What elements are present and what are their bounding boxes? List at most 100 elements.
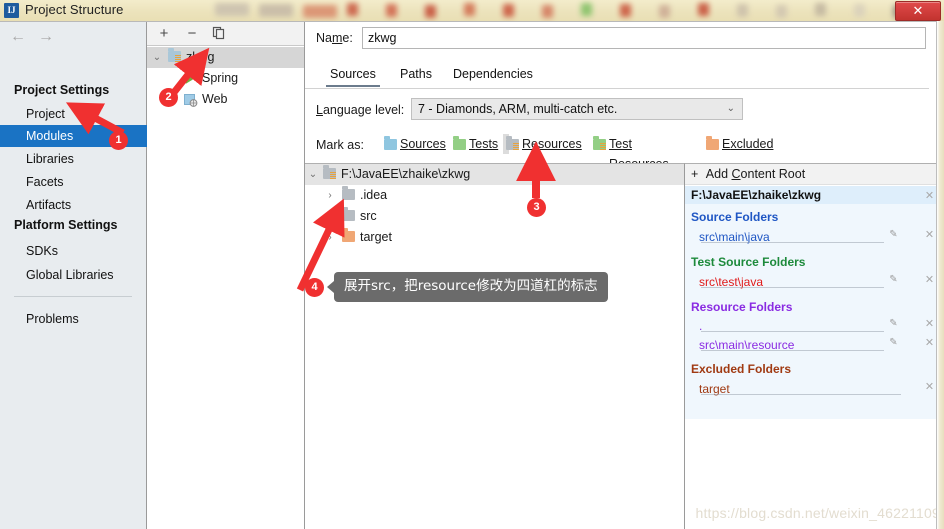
- tab-dependencies[interactable]: Dependencies: [449, 62, 537, 87]
- remove-content-root-icon[interactable]: ✕: [924, 190, 935, 201]
- chevron-right-icon[interactable]: ›: [324, 206, 336, 227]
- edit-pencil-icon[interactable]: ✎: [888, 229, 899, 240]
- language-level-select[interactable]: 7 - Diamonds, ARM, multi-catch etc. ⌄: [411, 98, 743, 120]
- mark-label-rest: ources: [408, 137, 446, 151]
- mark-as-tests-label: Tests: [469, 137, 499, 151]
- remove-folder-icon[interactable]: ✕: [924, 318, 935, 329]
- title-bar-blurred-background: [0, 0, 944, 21]
- module-folder-icon: [168, 48, 181, 62]
- file-tree-row-src[interactable]: › src: [305, 206, 684, 227]
- orange-folder-icon: [342, 228, 355, 242]
- intellij-app-icon: IJ: [4, 3, 19, 18]
- window-right-edge: [936, 21, 944, 529]
- chevron-down-icon[interactable]: ⌄: [151, 47, 163, 68]
- add-content-root-button[interactable]: + Add Content Root: [685, 164, 943, 185]
- sidebar-item-facets[interactable]: Facets: [0, 171, 147, 193]
- annotation-badge-1: 1: [109, 131, 128, 150]
- sidebar-item-sdks[interactable]: SDKs: [0, 240, 147, 262]
- module-label: zkwg: [186, 50, 215, 64]
- content-root-entries: F:\JavaEE\zhaike\zkwg ✕ Source Folders s…: [685, 186, 943, 419]
- sidebar-item-label: Problems: [26, 312, 79, 326]
- mark-as-excluded-label: Excluded: [722, 137, 774, 151]
- tests-folder-icon: [453, 136, 466, 150]
- mark-as-sources-button[interactable]: Sources: [381, 134, 446, 154]
- sidebar-item-project[interactable]: Project: [0, 103, 147, 125]
- language-level-mnemonic: L: [316, 103, 323, 117]
- sidebar-divider: [14, 296, 132, 297]
- mark-as-tests-button[interactable]: Tests: [450, 134, 498, 154]
- edit-pencil-icon[interactable]: ✎: [888, 337, 899, 348]
- tab-paths[interactable]: Paths: [396, 62, 436, 87]
- remove-folder-icon[interactable]: ✕: [924, 229, 935, 240]
- title-bar: IJ Project Structure ✕: [0, 0, 944, 21]
- module-tree-row-zkwg[interactable]: ⌄ zkwg: [147, 47, 304, 68]
- remove-folder-icon[interactable]: ✕: [924, 337, 935, 348]
- mark-label-rest: esources: [531, 137, 582, 151]
- file-tree-row-idea[interactable]: › .idea: [305, 185, 684, 206]
- annotation-badge-2: 2: [159, 88, 178, 107]
- resources-folder-icon: [506, 136, 519, 150]
- chevron-right-icon[interactable]: ›: [324, 227, 336, 248]
- mark-as-resources-button[interactable]: Resources: [503, 134, 582, 154]
- name-label: Name:: [316, 31, 353, 45]
- tab-sources[interactable]: Sources: [326, 62, 380, 87]
- annotation-badge-4: 4: [305, 278, 324, 297]
- chevron-right-icon[interactable]: ›: [324, 185, 336, 206]
- forward-arrow-icon[interactable]: →: [36, 28, 56, 46]
- mark-as-sources-label: Sources: [400, 137, 446, 151]
- gray-folder-icon: [342, 186, 355, 200]
- content-roots-pane: + Add Content Root F:\JavaEE\zhaike\zkwg…: [685, 163, 944, 529]
- sidebar-item-global-libraries[interactable]: Global Libraries: [0, 264, 147, 286]
- plus-icon: +: [691, 167, 699, 181]
- add-content-root-label: Add: [705, 167, 732, 181]
- file-tree-row-content-root[interactable]: ⌄ F:\JavaEE\zhaike\zkwg: [305, 164, 684, 185]
- back-arrow-icon[interactable]: ←: [8, 28, 28, 46]
- edit-pencil-icon[interactable]: ✎: [888, 274, 899, 285]
- sidebar-item-label: Modules: [26, 129, 74, 143]
- content-root-path-label: F:\JavaEE\zhaike\zkwg: [691, 188, 822, 202]
- group-title-excluded-folders: Excluded Folders: [691, 362, 792, 376]
- chevron-down-icon[interactable]: ⌄: [307, 164, 319, 185]
- language-level-label: Language level:: [316, 103, 404, 117]
- file-tree-row-target[interactable]: › target: [305, 227, 684, 248]
- edit-pencil-icon[interactable]: ✎: [888, 318, 899, 329]
- remove-module-button[interactable]: −: [183, 25, 201, 43]
- sidebar-nav-buttons: ← →: [0, 22, 146, 52]
- facet-label: Spring: [202, 71, 239, 85]
- entry-underline: [701, 350, 884, 351]
- sidebar-item-artifacts[interactable]: Artifacts: [0, 194, 147, 216]
- copy-module-icon[interactable]: [210, 25, 228, 43]
- mark-as-test-resources-button[interactable]: Test Resources: [590, 134, 669, 171]
- sidebar-item-libraries[interactable]: Libraries: [0, 148, 147, 170]
- mark-as-excluded-button[interactable]: Excluded: [703, 134, 773, 154]
- remove-folder-icon[interactable]: ✕: [924, 274, 935, 285]
- mark-label-rest: ests: [475, 137, 499, 151]
- remove-folder-icon[interactable]: ✕: [924, 381, 935, 392]
- mark-as-label: Mark as:: [316, 138, 364, 152]
- module-name-input[interactable]: [362, 27, 926, 49]
- group-title-source-folders: Source Folders: [691, 210, 779, 224]
- watermark: https://blog.csdn.net/weixin_46221109: [695, 505, 940, 521]
- chevron-down-icon[interactable]: ⌄: [727, 99, 735, 119]
- sidebar-item-problems[interactable]: Problems: [0, 308, 147, 330]
- file-tree-label: F:\JavaEE\zhaike\zkwg: [341, 167, 471, 181]
- spring-leaf-icon: [184, 72, 198, 85]
- modules-toolbar: + −: [147, 22, 304, 46]
- mark-as-row: Mark as: Sources Tests Resources Test Re…: [305, 134, 944, 171]
- mark-as-resources-label: Resources: [522, 137, 582, 151]
- sidebar-item-label: Project: [26, 107, 65, 121]
- section-heading-platform-settings: Platform Settings: [14, 218, 118, 232]
- sidebar-item-label: Global Libraries: [26, 268, 114, 282]
- entry-underline: [701, 287, 884, 288]
- content-root-path[interactable]: F:\JavaEE\zhaike\zkwg ✕: [685, 186, 943, 204]
- close-icon[interactable]: ✕: [895, 1, 941, 21]
- language-level-row: Language level: 7 - Diamonds, ARM, multi…: [305, 98, 944, 124]
- tab-underline: [305, 88, 929, 89]
- name-label-mnemonic: m: [331, 31, 343, 45]
- web-facet-icon: [184, 93, 198, 107]
- project-structure-window: IJ Project Structure ✕ ← → Project Setti…: [0, 0, 944, 529]
- module-tree-row-spring[interactable]: Spring: [147, 68, 304, 89]
- file-tree-label: target: [360, 230, 392, 244]
- annotation-tooltip: 展开src，把resource修改为四道杠的标志: [327, 272, 608, 302]
- add-module-button[interactable]: +: [155, 25, 173, 43]
